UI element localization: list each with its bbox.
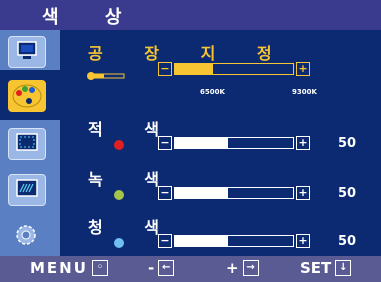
- channel-color-dot: [114, 238, 124, 248]
- channel-color-dot: [114, 140, 124, 150]
- channel-fill: [175, 188, 229, 198]
- left-arrow-icon: ←: [158, 260, 175, 276]
- minus-icon: −: [158, 186, 172, 200]
- color-palette-icon[interactable]: [8, 80, 46, 112]
- minus-key[interactable]: - ←: [148, 259, 175, 277]
- thermometer-icon: [86, 66, 126, 85]
- channel-value: 50: [338, 186, 357, 201]
- channel-slider[interactable]: − +: [158, 186, 310, 200]
- minus-key-label: -: [148, 259, 155, 277]
- bottom-key-bar: MENU ◦ - ← + → SET ↓: [0, 256, 381, 282]
- channel-fill: [175, 138, 229, 148]
- channel-track: [174, 235, 294, 247]
- osd-window: 색 상 공 장 지 정 − + 6500K 9300K 적 색 − + 50 녹…: [0, 0, 381, 282]
- minus-icon: −: [158, 136, 172, 150]
- menu-title: 색 상: [42, 7, 142, 28]
- set-key-label: SET: [300, 259, 332, 277]
- minus-icon: −: [158, 234, 172, 248]
- channel-value: 50: [338, 136, 357, 151]
- preset-label: 공 장 지 정: [88, 44, 290, 63]
- channel-track: [174, 137, 294, 149]
- menu-button-icon: ◦: [91, 260, 108, 276]
- set-key[interactable]: SET ↓: [300, 259, 352, 277]
- preset-slider[interactable]: − +: [158, 62, 310, 76]
- plus-icon: +: [296, 186, 310, 200]
- channel-color-dot: [114, 190, 124, 200]
- minus-icon: −: [158, 62, 172, 76]
- plus-key-label: +: [226, 259, 239, 277]
- down-arrow-icon: ↓: [335, 260, 352, 276]
- menu-key-label: MENU: [30, 259, 88, 277]
- image-quality-icon[interactable]: [8, 174, 46, 206]
- channel-fill: [175, 236, 229, 246]
- settings-gear-icon[interactable]: [8, 220, 44, 250]
- channel-track: [174, 187, 294, 199]
- channel-value: 50: [338, 234, 357, 249]
- tick-6500k: 6500K: [200, 88, 225, 96]
- monitor-icon[interactable]: [8, 36, 46, 68]
- menu-sidebar: [0, 30, 62, 256]
- screen-adjust-icon[interactable]: [8, 128, 46, 160]
- channel-slider[interactable]: − +: [158, 136, 310, 150]
- right-arrow-icon: →: [242, 260, 259, 276]
- plus-icon: +: [296, 62, 310, 76]
- channel-slider[interactable]: − +: [158, 234, 310, 248]
- plus-icon: +: [296, 234, 310, 248]
- plus-key[interactable]: + →: [226, 259, 259, 277]
- preset-fill: [175, 64, 213, 74]
- title-bar: 색 상: [0, 0, 381, 30]
- preset-track: [174, 63, 294, 75]
- tick-9300k: 9300K: [292, 88, 317, 96]
- plus-icon: +: [296, 136, 310, 150]
- menu-key[interactable]: MENU ◦: [30, 259, 108, 277]
